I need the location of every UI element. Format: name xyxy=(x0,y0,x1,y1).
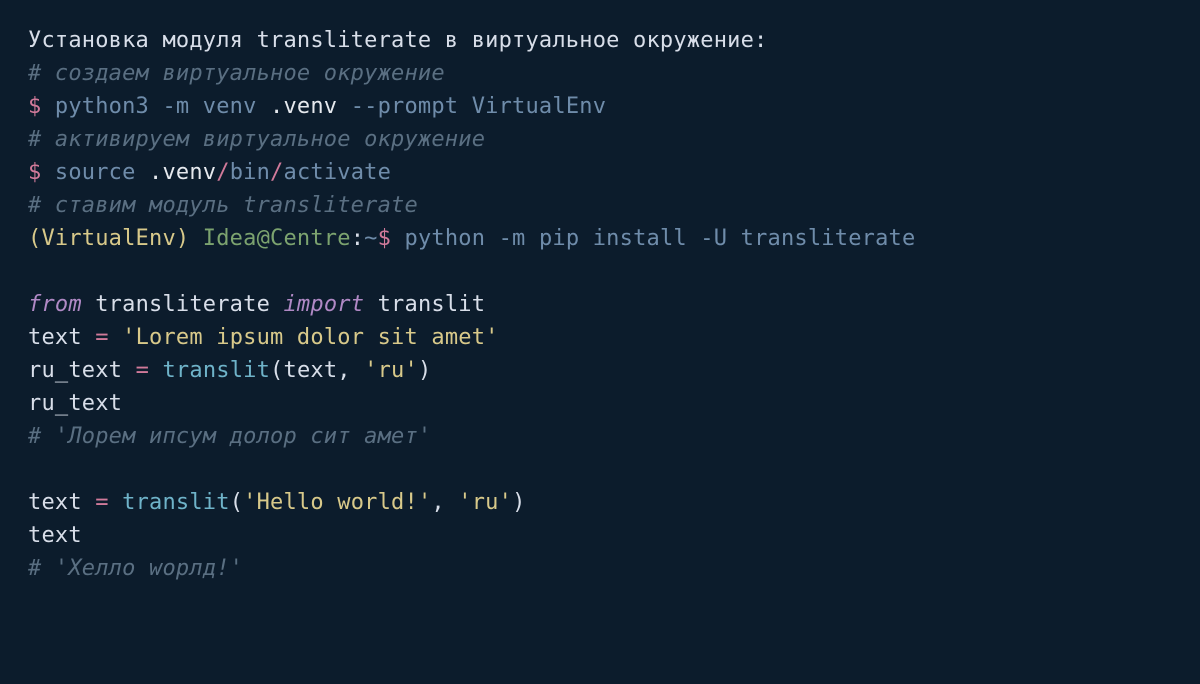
fn-translit: translit xyxy=(162,358,270,383)
var-ru-text: ru_text xyxy=(28,358,122,383)
var-text: text xyxy=(28,325,82,350)
paren: ) xyxy=(418,358,431,383)
space xyxy=(109,490,122,515)
comment-create-venv: # создаем виртуальное окружение xyxy=(28,61,445,86)
space xyxy=(122,358,135,383)
space xyxy=(270,292,283,317)
intro-text: Установка модуля transliterate в виртуал… xyxy=(28,28,767,53)
kw-from: from xyxy=(28,292,82,317)
expr-ru-text: ru_text xyxy=(28,391,122,416)
cmd-part: python3 -m venv xyxy=(55,94,270,119)
fn-translit: translit xyxy=(122,490,230,515)
paren: ) xyxy=(512,490,525,515)
output-comment: # 'Лорем ипсум долор сит амет' xyxy=(28,424,431,449)
colon: : xyxy=(351,226,364,251)
path-sep: / xyxy=(270,160,283,185)
output-comment: # 'Хелло wорлд!' xyxy=(28,556,243,581)
space xyxy=(82,490,95,515)
code-block: Установка модуля transliterate в виртуал… xyxy=(0,0,1200,609)
expr-text: text xyxy=(28,523,82,548)
op-assign: = xyxy=(136,358,149,383)
var-text: text xyxy=(28,490,82,515)
space xyxy=(364,292,377,317)
kw-import: import xyxy=(283,292,364,317)
comma: , xyxy=(431,490,458,515)
import-name: translit xyxy=(378,292,486,317)
shell-prompt: $ xyxy=(378,226,405,251)
path-part: activate xyxy=(284,160,392,185)
paren: ( xyxy=(230,490,243,515)
space xyxy=(82,325,95,350)
string-literal: 'ru' xyxy=(364,358,418,383)
venv-prefix: (VirtualEnv) xyxy=(28,226,203,251)
path-part: bin xyxy=(230,160,270,185)
cmd-part: source xyxy=(55,160,149,185)
module-name: transliterate xyxy=(95,292,270,317)
pip-install-cmd: python -m pip install -U transliterate xyxy=(405,226,916,251)
string-literal: 'Lorem ipsum dolor sit amet' xyxy=(122,325,498,350)
arg: text xyxy=(284,358,338,383)
paren: ( xyxy=(270,358,283,383)
shell-prompt: $ xyxy=(28,94,55,119)
shell-prompt: $ xyxy=(28,160,55,185)
string-literal: 'Hello world!' xyxy=(243,490,431,515)
op-assign: = xyxy=(95,325,108,350)
space xyxy=(149,358,162,383)
cwd-tilde: ~ xyxy=(364,226,377,251)
comma: , xyxy=(337,358,364,383)
path-sep: / xyxy=(216,160,229,185)
space xyxy=(109,325,122,350)
space xyxy=(82,292,95,317)
path-part: .venv xyxy=(149,160,216,185)
string-literal: 'ru' xyxy=(458,490,512,515)
cmd-part: .venv xyxy=(270,94,337,119)
op-assign: = xyxy=(95,490,108,515)
comment-install: # ставим модуль transliterate xyxy=(28,193,418,218)
user-host: Idea@Centre xyxy=(203,226,351,251)
cmd-part: --prompt VirtualEnv xyxy=(337,94,606,119)
comment-activate-venv: # активируем виртуальное окружение xyxy=(28,127,485,152)
